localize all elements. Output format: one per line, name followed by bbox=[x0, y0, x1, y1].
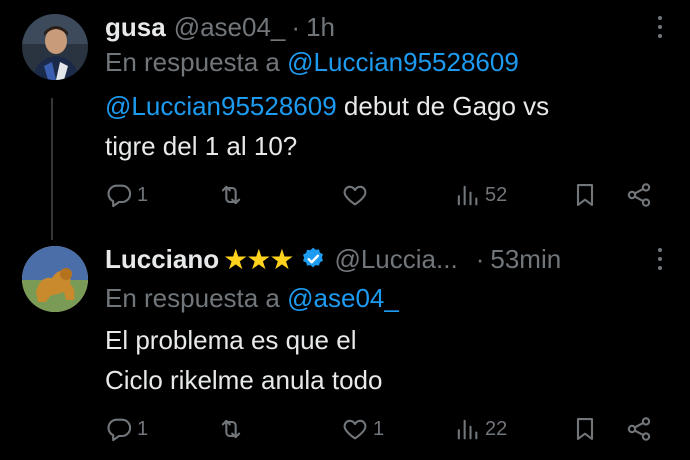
avatar[interactable] bbox=[22, 14, 88, 80]
reply-count: 1 bbox=[137, 183, 149, 206]
share-button[interactable] bbox=[625, 412, 653, 446]
timestamp[interactable]: 1h bbox=[306, 12, 335, 43]
retweet-icon bbox=[221, 419, 241, 439]
text-line-1: debut de Gago vs bbox=[336, 91, 550, 121]
views-icon bbox=[457, 185, 478, 206]
bookmark-icon bbox=[576, 418, 594, 440]
display-name[interactable]: Lucciano bbox=[105, 244, 219, 275]
like-icon bbox=[343, 419, 367, 440]
reply-button[interactable]: 1 bbox=[105, 178, 148, 212]
tweet-header: gusa @ase04_ · 1h bbox=[105, 8, 335, 46]
reply-button[interactable]: 1 bbox=[105, 412, 148, 446]
reply-prefix: En respuesta a bbox=[105, 47, 280, 77]
separator-dot: · bbox=[475, 243, 485, 274]
timestamp[interactable]: 53min bbox=[490, 244, 561, 275]
views-button[interactable]: 22 bbox=[453, 412, 507, 446]
share-icon bbox=[627, 183, 651, 207]
bookmark-button[interactable] bbox=[571, 178, 599, 212]
text-line-2: Ciclo rikelme anula todo bbox=[105, 365, 383, 395]
views-count: 52 bbox=[485, 183, 508, 206]
reply-icon bbox=[107, 184, 132, 208]
reply-prefix: En respuesta a bbox=[105, 283, 280, 313]
reply-context: En respuesta a @Luccian95528609 bbox=[105, 47, 519, 78]
retweet-button[interactable] bbox=[217, 178, 245, 212]
user-handle[interactable]: @Luccia... bbox=[334, 244, 457, 275]
text-line-1: El problema es que el bbox=[105, 325, 357, 355]
user-handle[interactable]: @ase04_ bbox=[174, 12, 286, 43]
retweet-button[interactable] bbox=[217, 412, 245, 446]
tweet-text: El problema es que el Ciclo rikelme anul… bbox=[105, 320, 665, 400]
like-button[interactable]: 1 bbox=[341, 412, 384, 446]
bookmark-button[interactable] bbox=[571, 412, 599, 446]
reply-context: En respuesta a @ase04_ bbox=[105, 283, 399, 314]
action-bar: 1 1 22 bbox=[105, 412, 665, 446]
like-button[interactable] bbox=[341, 178, 369, 212]
verified-icon bbox=[300, 246, 326, 272]
star-emojis: ★★★ bbox=[223, 243, 294, 275]
views-button[interactable]: 52 bbox=[453, 178, 507, 212]
reply-to-link[interactable]: @ase04_ bbox=[287, 283, 399, 313]
display-name[interactable]: gusa bbox=[105, 12, 166, 43]
more-icon[interactable] bbox=[656, 248, 664, 275]
text-line-2: tigre del 1 al 10? bbox=[105, 131, 298, 161]
separator-dot: · bbox=[291, 11, 301, 42]
tweet-text: @Luccian95528609 debut de Gago vs tigre … bbox=[105, 86, 665, 166]
share-icon bbox=[627, 417, 651, 441]
tweet[interactable]: Lucciano ★★★ @Luccia... · 53min En respu… bbox=[0, 234, 690, 460]
bookmark-icon bbox=[576, 184, 594, 206]
retweet-icon bbox=[221, 185, 241, 205]
like-count: 1 bbox=[373, 417, 385, 440]
views-icon bbox=[457, 419, 478, 440]
tweet[interactable]: gusa @ase04_ · 1h En respuesta a @Luccia… bbox=[0, 0, 690, 226]
like-icon bbox=[343, 185, 367, 206]
reply-to-link[interactable]: @Luccian95528609 bbox=[287, 47, 519, 77]
tweet-header: Lucciano ★★★ @Luccia... · 53min bbox=[105, 240, 561, 278]
share-button[interactable] bbox=[625, 178, 653, 212]
mention-link[interactable]: @Luccian95528609 bbox=[105, 91, 337, 121]
reply-count: 1 bbox=[137, 417, 149, 440]
avatar[interactable] bbox=[22, 246, 88, 312]
views-count: 22 bbox=[485, 417, 508, 440]
action-bar: 1 52 bbox=[105, 178, 665, 212]
more-icon[interactable] bbox=[656, 16, 664, 43]
reply-icon bbox=[107, 418, 132, 442]
